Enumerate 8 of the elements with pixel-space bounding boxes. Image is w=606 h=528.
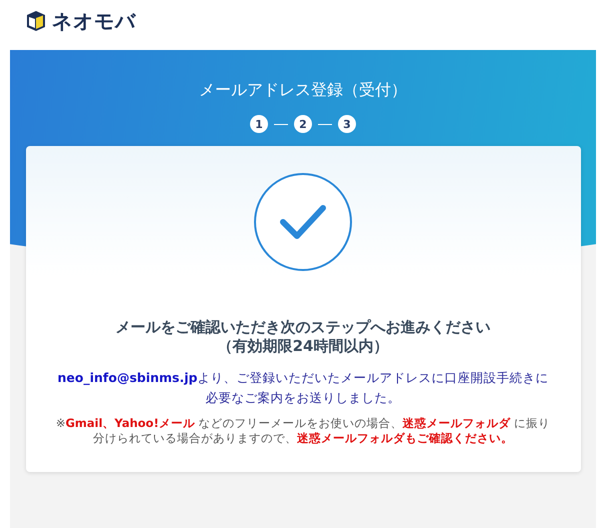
logo-icon <box>26 10 46 32</box>
subheading: （有効期限24時間以内） <box>218 337 388 356</box>
brand-name: ネオモバ <box>52 8 136 34</box>
note-text: ※Gmail、Yahoo!メール などのフリーメールをお使いの場合、迷惑メールフォルダ に振り分けられている場合がありますので、迷惑メールフォルダもご確認ください。 <box>54 416 552 446</box>
page-title: メールアドレス登録（受付） <box>199 80 407 101</box>
message-text: neo_info@sbinms.jpより、ご登録いただいたメールアドレスに口座開設手続きに必要なご案内をお送りしました。 <box>56 369 550 407</box>
heading: メールをご確認いただき次のステップへお進みください <box>116 318 490 337</box>
check-icon <box>253 172 353 272</box>
